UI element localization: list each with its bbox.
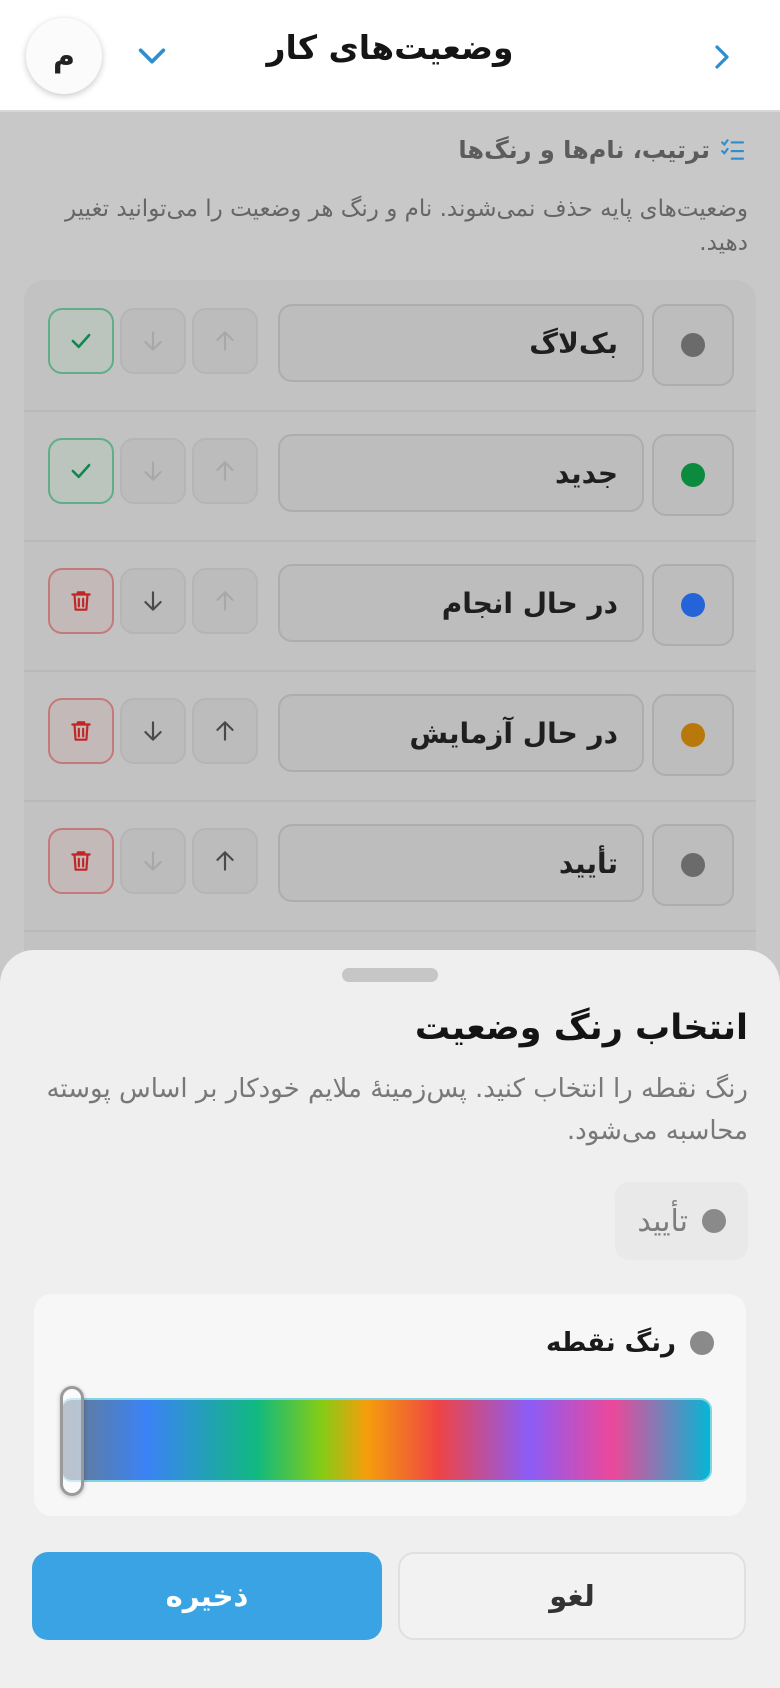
move-up-button[interactable] — [192, 828, 258, 894]
trash-icon — [71, 721, 91, 741]
status-row: جدید — [24, 410, 756, 542]
status-dot — [681, 333, 705, 357]
hue-slider-track[interactable] — [60, 1398, 712, 1482]
chevron-down-icon — [138, 48, 166, 64]
move-down-button[interactable] — [120, 438, 186, 504]
status-row: تأیید — [24, 800, 756, 932]
status-name-input[interactable]: در حال انجام — [278, 564, 644, 642]
sheet-description: رنگ نقطه را انتخاب کنید. پس‌زمینهٔ ملایم… — [46, 1074, 748, 1146]
move-down-button[interactable] — [120, 698, 186, 764]
arrow-up-icon — [216, 591, 234, 611]
color-panel-header: رنگ نقطه — [546, 1328, 714, 1358]
color-panel: رنگ نقطه — [34, 1294, 746, 1516]
arrow-down-icon — [144, 851, 162, 871]
check-icon — [71, 333, 91, 349]
section-description: وضعیت‌های پایه حذف نمی‌شوند. نام و رنگ ه… — [65, 196, 748, 256]
section-title: ترتیب، نام‌ها و رنگ‌ها — [458, 136, 710, 164]
status-row: در حال انجام — [24, 540, 756, 672]
arrow-up-icon — [216, 331, 234, 351]
dot-color-swatch — [690, 1331, 714, 1355]
avatar[interactable]: م — [26, 18, 102, 94]
checklist-icon — [721, 139, 744, 160]
status-name-input[interactable]: بک‌لاگ — [278, 304, 644, 382]
status-dot — [681, 463, 705, 487]
arrow-down-icon — [144, 461, 162, 481]
preview-label: تأیید — [637, 1203, 688, 1239]
trash-icon — [71, 851, 91, 871]
arrow-down-icon — [144, 721, 162, 741]
status-color-button[interactable] — [652, 694, 734, 776]
delete-status-button[interactable] — [48, 568, 114, 634]
dot-color-label: رنگ نقطه — [546, 1328, 676, 1358]
top-app-bar: وضعیت‌های کار م — [0, 0, 780, 112]
status-color-button[interactable] — [652, 564, 734, 646]
delete-status-button[interactable] — [48, 698, 114, 764]
status-dot — [681, 853, 705, 877]
move-down-button[interactable] — [120, 828, 186, 894]
sheet-title: انتخاب رنگ وضعیت — [414, 1008, 748, 1048]
page-title: وضعیت‌های کار — [266, 28, 514, 67]
move-up-button[interactable] — [192, 698, 258, 764]
status-dot — [681, 723, 705, 747]
status-name-input[interactable]: جدید — [278, 434, 644, 512]
base-status-check-button[interactable] — [48, 308, 114, 374]
status-color-button[interactable] — [652, 434, 734, 516]
base-status-check-button[interactable] — [48, 438, 114, 504]
status-color-button[interactable] — [652, 304, 734, 386]
status-row: در حال آزمایش — [24, 670, 756, 802]
save-button[interactable]: ذخیره — [32, 1552, 382, 1640]
arrow-up-icon — [216, 461, 234, 481]
delete-status-button[interactable] — [48, 828, 114, 894]
arrow-up-icon — [216, 851, 234, 871]
move-down-button[interactable] — [120, 568, 186, 634]
move-up-button[interactable] — [192, 308, 258, 374]
trash-icon — [71, 591, 91, 611]
sheet-drag-handle[interactable] — [342, 968, 438, 982]
status-dot — [681, 593, 705, 617]
preview-dot — [702, 1209, 726, 1233]
cancel-button[interactable]: لغو — [398, 1552, 746, 1640]
status-row: بک‌لاگ — [24, 280, 756, 412]
status-name-input[interactable]: تأیید — [278, 824, 644, 902]
move-up-button[interactable] — [192, 568, 258, 634]
arrow-down-icon — [144, 591, 162, 611]
move-up-button[interactable] — [192, 438, 258, 504]
color-picker-sheet: انتخاب رنگ وضعیت رنگ نقطه را انتخاب کنید… — [0, 950, 780, 1688]
arrow-up-icon — [216, 721, 234, 741]
status-preview-chip: تأیید — [615, 1182, 748, 1260]
workspace-dropdown-button[interactable] — [132, 36, 172, 76]
check-icon — [71, 463, 91, 479]
status-color-button[interactable] — [652, 824, 734, 906]
move-down-button[interactable] — [120, 308, 186, 374]
hue-slider-thumb[interactable] — [60, 1386, 84, 1496]
arrow-down-icon — [144, 331, 162, 351]
section-header: ترتیب، نام‌ها و رنگ‌ها — [458, 136, 746, 164]
status-name-input[interactable]: در حال آزمایش — [278, 694, 644, 772]
